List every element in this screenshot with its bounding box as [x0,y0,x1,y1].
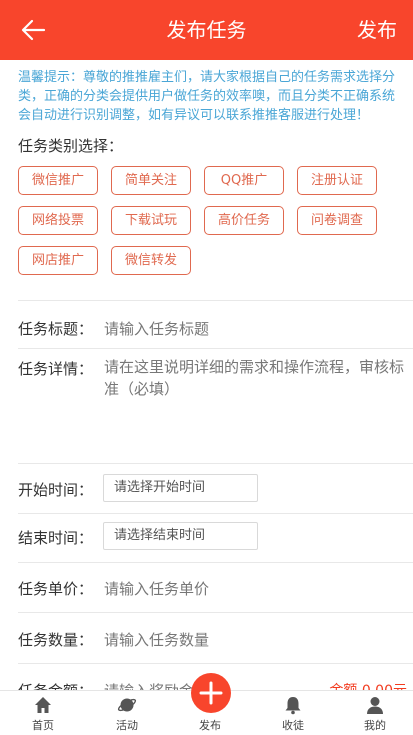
start-time-label: 开始时间： [18,481,94,499]
divider [18,348,413,349]
tab-label: 活动 [116,719,138,732]
category-tag[interactable]: 简单关注 [111,166,191,195]
divider [18,513,413,514]
category-tag[interactable]: 网络投票 [18,206,98,235]
bell-icon [283,695,303,715]
page-title: 发布任务 [166,18,247,42]
user-icon [365,695,385,715]
tab-label: 首页 [32,719,54,732]
tab-collect[interactable]: 收徒 [263,691,323,735]
divider [18,663,413,664]
category-tag[interactable]: 下载试玩 [111,206,191,235]
divider [18,612,413,613]
quantity-label: 任务数量： [18,631,94,649]
tab-label: 收徒 [282,719,304,732]
category-tag[interactable]: 微信转发 [111,246,191,275]
tab-label: 发布 [199,719,221,732]
divider [18,300,413,301]
task-title-label: 任务标题： [18,320,94,338]
top-bar: 发布任务 发布 [0,0,413,60]
divider [18,562,413,563]
task-detail-textarea[interactable]: 请在这里说明详细的需求和操作流程，审核标准（必填） [104,356,404,400]
category-label: 任务类别选择： [18,137,124,155]
home-icon [33,695,53,715]
category-tag[interactable]: 注册认证 [297,166,377,195]
tab-activity[interactable]: 活动 [97,691,157,735]
category-tag[interactable]: 问卷调查 [297,206,377,235]
tab-home[interactable]: 首页 [13,691,73,735]
start-time-picker[interactable]: 请选择开始时间 [103,474,258,502]
unit-price-label: 任务单价： [18,580,94,598]
task-detail-label: 任务详情： [18,360,94,378]
divider [18,463,413,464]
unit-price-input[interactable]: 请输入任务单价 [104,578,209,599]
tab-label: 我的 [364,719,386,732]
category-tag[interactable]: 网店推广 [18,246,98,275]
category-tag[interactable]: 微信推广 [18,166,98,195]
notice-text: 温馨提示：尊敬的推推雇主们，请大家根据自己的任务需求选择分类，正确的分类会提供用… [18,70,396,123]
category-tag[interactable]: QQ推广 [204,166,284,195]
planet-icon [117,695,137,715]
task-title-input[interactable]: 请输入任务标题 [104,318,209,339]
end-time-picker[interactable]: 请选择结束时间 [103,522,258,550]
quantity-input[interactable]: 请输入任务数量 [104,629,209,650]
end-time-label: 结束时间： [18,529,94,547]
publish-fab-button[interactable] [191,673,231,713]
publish-button[interactable]: 发布 [357,0,397,60]
category-tag[interactable]: 高价任务 [204,206,284,235]
plus-icon [199,681,223,705]
tab-mine[interactable]: 我的 [345,691,405,735]
